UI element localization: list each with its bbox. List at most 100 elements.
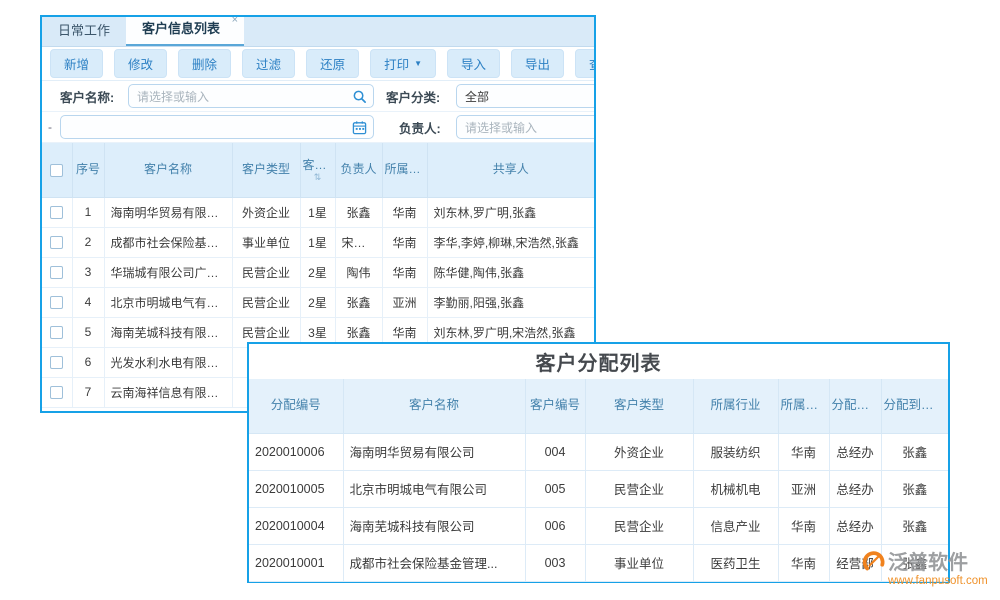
sort-icon[interactable]: ⇅	[303, 173, 333, 181]
calendar-icon[interactable]	[352, 120, 367, 135]
customer-name-link[interactable]: 海南明华贸易有限公司	[343, 433, 525, 470]
column-header-负责人: 负责人	[335, 143, 382, 197]
cell-shared: 李华,李婷,柳琳,宋浩然,张鑫	[427, 227, 594, 257]
customer-name-link[interactable]: 成都市社会保险基金管理...	[343, 544, 525, 581]
toolbar-button-查看日志[interactable]: 查看日志	[575, 49, 596, 78]
cell-shared: 李勤丽,阳强,张鑫	[427, 287, 594, 317]
watermark-brand: 泛普软件	[888, 546, 968, 575]
cell-level: 2星	[300, 287, 335, 317]
cell-region: 亚洲	[778, 470, 829, 507]
row-checkbox[interactable]	[50, 236, 63, 249]
toolbar-button-修改[interactable]: 修改	[114, 49, 167, 78]
row-checkbox-cell	[42, 227, 72, 257]
table-row: 2成都市社会保险基金管理...事业单位1星宋浩然华南李华,李婷,柳琳,宋浩然,张…	[42, 227, 594, 257]
row-checkbox-cell	[42, 347, 72, 377]
column-header-客户类型: 客户类型	[232, 143, 300, 197]
cell-code: 005	[525, 470, 585, 507]
cell-no: 4	[72, 287, 104, 317]
cell-region: 华南	[382, 257, 427, 287]
column-header-分配部门: 分配部门	[829, 379, 881, 433]
fanpu-logo-icon	[862, 549, 886, 573]
allocation-id-link[interactable]: 2020010004	[249, 507, 343, 544]
customer-category-value: 全部	[465, 88, 489, 105]
cell-no: 3	[72, 257, 104, 287]
row-checkbox-cell	[42, 257, 72, 287]
cell-industry: 服装纺织	[693, 433, 778, 470]
customer-name-link[interactable]: 成都市社会保险基金管理...	[104, 227, 232, 257]
toolbar-button-还原[interactable]: 还原	[306, 49, 359, 78]
cell-code: 006	[525, 507, 585, 544]
customer-name-link[interactable]: 北京市明城电气有限公司	[343, 470, 525, 507]
assignee-link[interactable]: 张鑫	[881, 507, 948, 544]
column-header-所属区域: 所属区域	[382, 143, 427, 197]
date-input[interactable]	[60, 115, 374, 139]
cell-type: 民营企业	[232, 257, 300, 287]
tab-customer-info-list[interactable]: 客户信息列表 ×	[126, 15, 244, 46]
allocation-list-title: 客户分配列表	[249, 344, 948, 379]
customer-name-link[interactable]: 海南芜城科技有限公司	[104, 317, 232, 347]
toolbar-button-打印[interactable]: 打印▼	[370, 49, 436, 78]
toolbar-button-导出[interactable]: 导出	[511, 49, 564, 78]
allocation-table-body: 2020010006海南明华贸易有限公司004外资企业服装纺织华南总经办张鑫20…	[249, 433, 948, 581]
close-icon[interactable]: ×	[232, 15, 238, 26]
customer-table-header: 序号客户名称客户类型客户等级⇅负责人所属区域共享人	[42, 143, 594, 197]
customer-name-link[interactable]: 光发水利水电有限公司	[104, 347, 232, 377]
cell-region: 华南	[778, 433, 829, 470]
cell-shared: 刘东林,罗广明,张鑫	[427, 197, 594, 227]
date-range-separator: -	[48, 120, 52, 134]
customer-name-link[interactable]: 云南海祥信息有限公司	[104, 377, 232, 407]
row-checkbox[interactable]	[50, 356, 63, 369]
table-row: 2020010006海南明华贸易有限公司004外资企业服装纺织华南总经办张鑫	[249, 433, 948, 470]
customer-name-link[interactable]: 海南明华贸易有限公司	[104, 197, 232, 227]
customer-name-link[interactable]: 海南芜城科技有限公司	[343, 507, 525, 544]
cell-level: 2星	[300, 257, 335, 287]
cell-industry: 机械机电	[693, 470, 778, 507]
customer-name-link[interactable]: 华瑞城有限公司广告设计部	[104, 257, 232, 287]
allocation-id-link[interactable]: 2020010001	[249, 544, 343, 581]
cell-no: 1	[72, 197, 104, 227]
customer-name-input[interactable]: 请选择或输入	[128, 84, 374, 108]
owner-link[interactable]: 宋浩然	[335, 227, 382, 257]
customer-name-link[interactable]: 北京市明城电气有限公司	[104, 287, 232, 317]
assignee-link[interactable]: 张鑫	[881, 433, 948, 470]
column-header-分配到责任人: 分配到责任人	[881, 379, 948, 433]
toolbar-button-新增[interactable]: 新增	[50, 49, 103, 78]
row-checkbox-cell	[42, 377, 72, 407]
assignee-link[interactable]: 张鑫	[881, 470, 948, 507]
toolbar-button-过滤[interactable]: 过滤	[242, 49, 295, 78]
table-row: 2020010001成都市社会保险基金管理...003事业单位医药卫生华南经营部…	[249, 544, 948, 581]
filter-area: 客户名称: 请选择或输入 客户分类: 全部 -	[42, 80, 594, 143]
customer-category-select[interactable]: 全部	[456, 84, 596, 108]
row-checkbox-cell	[42, 197, 72, 227]
owner-input[interactable]: 请选择或输入	[456, 115, 596, 139]
allocation-id-link[interactable]: 2020010006	[249, 433, 343, 470]
column-header-客户类型: 客户类型	[585, 379, 693, 433]
select-all-checkbox[interactable]	[50, 164, 63, 177]
row-checkbox[interactable]	[50, 206, 63, 219]
filter-row-2: - 负责人: 请选择或输入	[42, 112, 594, 143]
allocation-table: 分配编号客户名称客户编号客户类型所属行业所属区域分配部门分配到责任人 20200…	[249, 379, 948, 582]
search-icon[interactable]	[352, 89, 367, 104]
allocation-id-link[interactable]: 2020010005	[249, 470, 343, 507]
owner-link[interactable]: 张鑫	[335, 197, 382, 227]
select-all-checkbox-cell	[42, 143, 72, 197]
owner-link[interactable]: 陶伟	[335, 257, 382, 287]
cell-dept: 总经办	[829, 433, 881, 470]
table-row: 2020010004海南芜城科技有限公司006民营企业信息产业华南总经办张鑫	[249, 507, 948, 544]
watermark-url: www.fanpusoft.com	[862, 575, 1000, 587]
row-checkbox[interactable]	[50, 266, 63, 279]
row-checkbox[interactable]	[50, 326, 63, 339]
cell-type: 民营企业	[585, 507, 693, 544]
column-header-共享人: 共享人	[427, 143, 594, 197]
row-checkbox[interactable]	[50, 296, 63, 309]
toolbar-button-导入[interactable]: 导入	[447, 49, 500, 78]
tab-daily-work[interactable]: 日常工作	[42, 15, 126, 46]
toolbar-button-删除[interactable]: 删除	[178, 49, 231, 78]
column-header-客户编号: 客户编号	[525, 379, 585, 433]
cell-dept: 总经办	[829, 507, 881, 544]
row-checkbox[interactable]	[50, 386, 63, 399]
watermark: 泛普软件 www.fanpusoft.com	[862, 546, 1000, 587]
owner-placeholder: 请选择或输入	[465, 119, 537, 136]
row-checkbox-cell	[42, 317, 72, 347]
owner-link[interactable]: 张鑫	[335, 287, 382, 317]
